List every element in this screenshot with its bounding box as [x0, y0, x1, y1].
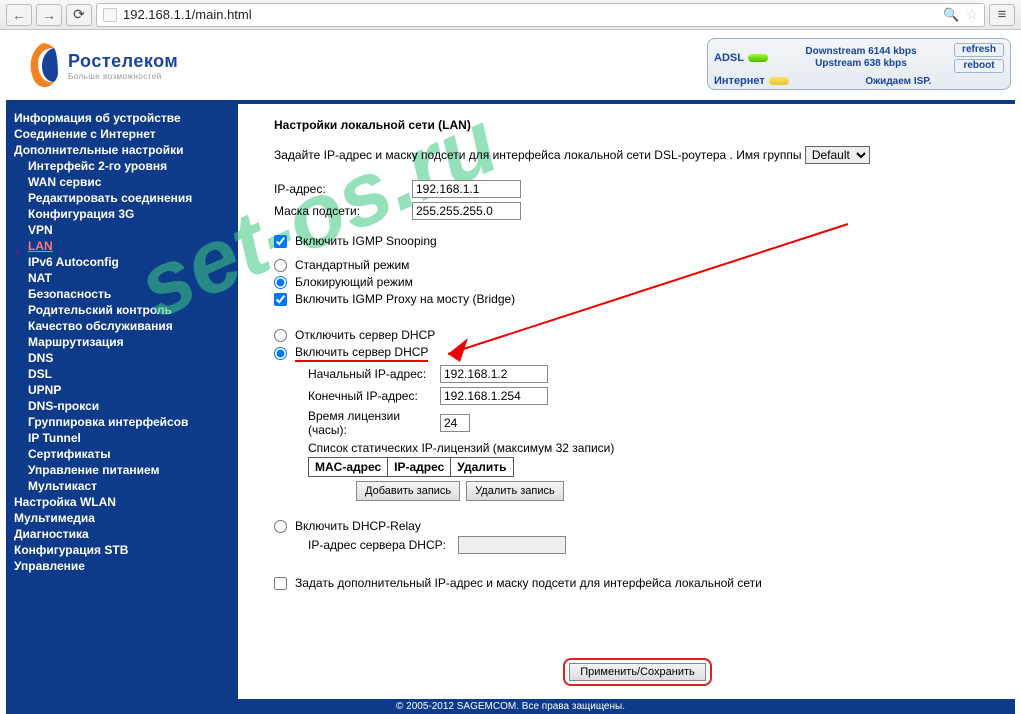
- sidebar-item-6[interactable]: Конфигурация 3G: [14, 206, 238, 222]
- reboot-button[interactable]: reboot: [954, 59, 1004, 73]
- sidebar-item-3[interactable]: Интерфейс 2-го уровня: [14, 158, 238, 174]
- sidebar-item-11[interactable]: Безопасность: [14, 286, 238, 302]
- sidebar-item-13[interactable]: Качество обслуживания: [14, 318, 238, 334]
- page-header: Ростелеком Больше возможностей ADSL Down…: [6, 34, 1015, 100]
- th-mac: MAC-адрес: [309, 458, 388, 477]
- search-icon[interactable]: 🔍: [943, 7, 959, 23]
- main-content: set-os.ru Настройки локальной сети (LAN)…: [238, 104, 1015, 699]
- dhcp-off-label: Отключить сервер DHCP: [295, 328, 435, 342]
- mode-standard-label: Стандартный режим: [295, 258, 409, 272]
- apply-highlight: Применить/Сохранить: [563, 658, 712, 686]
- dhcp-relay-label: Включить DHCP-Relay: [295, 519, 421, 533]
- lease-input[interactable]: [440, 414, 470, 432]
- sidebar-item-22[interactable]: Управление питанием: [14, 462, 238, 478]
- status-box: ADSL Downstream 6144 kbps Upstream 638 k…: [707, 38, 1011, 90]
- logo-name: Ростелеком: [68, 51, 178, 72]
- adsl-led-icon: [748, 54, 768, 62]
- sidebar-item-23[interactable]: Мультикаст: [14, 478, 238, 494]
- static-ip-table: MAC-адрес IP-адрес Удалить: [308, 457, 514, 477]
- sidebar-item-27[interactable]: Конфигурация STB: [14, 542, 238, 558]
- sidebar-item-2[interactable]: Дополнительные настройки: [14, 142, 238, 158]
- dhcp-on-label: Включить сервер DHCP: [295, 345, 428, 362]
- sidebar-item-10[interactable]: NAT: [14, 270, 238, 286]
- ip-input[interactable]: [412, 180, 521, 198]
- remove-entry-button[interactable]: Удалить запись: [466, 481, 564, 501]
- sidebar-item-16[interactable]: DSL: [14, 366, 238, 382]
- browser-toolbar: ← → ⟳ 192.168.1.1/main.html 🔍 ☆ ≡: [0, 0, 1021, 30]
- mode-standard-radio[interactable]: [274, 259, 287, 272]
- end-ip-label: Конечный IP-адрес:: [308, 389, 440, 403]
- reload-button[interactable]: ⟳: [66, 4, 92, 26]
- logo-tagline: Больше возможностей: [68, 72, 178, 81]
- sidebar-item-19[interactable]: Группировка интерфейсов: [14, 414, 238, 430]
- sidebar-item-14[interactable]: Маршрутизация: [14, 334, 238, 350]
- relay-ip-label: IP-адрес сервера DHCP:: [308, 538, 458, 552]
- dhcp-off-radio[interactable]: [274, 329, 287, 342]
- mask-input[interactable]: [412, 202, 521, 220]
- sidebar-item-24[interactable]: Настройка WLAN: [14, 494, 238, 510]
- extra-ip-label: Задать дополнительный IP-адрес и маску п…: [295, 576, 762, 590]
- back-button[interactable]: ←: [6, 4, 32, 26]
- menu-button[interactable]: ≡: [989, 4, 1015, 26]
- apply-save-button[interactable]: Применить/Сохранить: [569, 663, 706, 681]
- page-title: Настройки локальной сети (LAN): [274, 118, 1001, 132]
- forward-button[interactable]: →: [36, 4, 62, 26]
- adsl-label: ADSL: [714, 52, 744, 64]
- address-bar[interactable]: 192.168.1.1/main.html 🔍 ☆: [96, 3, 985, 27]
- mask-label: Маска подсети:: [274, 204, 412, 218]
- th-ip: IP-адрес: [388, 458, 451, 477]
- igmp-bridge-label: Включить IGMP Proxy на мосту (Bridge): [295, 292, 515, 306]
- sidebar-item-9[interactable]: IPv6 Autoconfig: [14, 254, 238, 270]
- url-text: 192.168.1.1/main.html: [123, 7, 937, 22]
- logo-icon: [24, 42, 58, 90]
- internet-status: Ожидаем ISP.: [793, 76, 1004, 87]
- sidebar-item-17[interactable]: UPNP: [14, 382, 238, 398]
- sidebar-item-8[interactable]: LAN: [14, 238, 238, 254]
- sidebar-item-0[interactable]: Информация об устройстве: [14, 110, 238, 126]
- internet-led-icon: [769, 77, 789, 85]
- page-description: Задайте IP-адрес и маску подсети для инт…: [274, 146, 1001, 164]
- sidebar-item-1[interactable]: Соединение с Интернет: [14, 126, 238, 142]
- dhcp-relay-radio[interactable]: [274, 520, 287, 533]
- extra-ip-checkbox[interactable]: [274, 577, 287, 590]
- sidebar-item-25[interactable]: Мультимедиа: [14, 510, 238, 526]
- sidebar-item-5[interactable]: Редактировать соединения: [14, 190, 238, 206]
- mode-blocking-label: Блокирующий режим: [295, 275, 413, 289]
- end-ip-input[interactable]: [440, 387, 548, 405]
- start-ip-label: Начальный IP-адрес:: [308, 367, 440, 381]
- refresh-button[interactable]: refresh: [954, 43, 1004, 57]
- lease-label: Время лицензии (часы):: [308, 409, 440, 437]
- sidebar-item-20[interactable]: IP Tunnel: [14, 430, 238, 446]
- igmp-bridge-checkbox[interactable]: [274, 293, 287, 306]
- ip-label: IP-адрес:: [274, 182, 412, 196]
- add-entry-button[interactable]: Добавить запись: [356, 481, 460, 501]
- sidebar-item-28[interactable]: Управление: [14, 558, 238, 574]
- internet-label: Интернет: [714, 75, 765, 87]
- dhcp-on-radio[interactable]: [274, 347, 287, 360]
- sidebar-item-26[interactable]: Диагностика: [14, 526, 238, 542]
- igmp-snooping-label: Включить IGMP Snooping: [295, 234, 437, 248]
- sidebar-nav: Информация об устройствеСоединение с Инт…: [6, 104, 238, 699]
- th-delete: Удалить: [451, 458, 513, 477]
- brand-logo: Ростелеком Больше возможностей: [24, 42, 178, 90]
- sidebar-item-12[interactable]: Родительский контроль: [14, 302, 238, 318]
- relay-ip-input[interactable]: [458, 536, 566, 554]
- static-caption: Список статических IP-лицензий (максимум…: [308, 441, 1001, 455]
- sidebar-item-18[interactable]: DNS-прокси: [14, 398, 238, 414]
- bookmark-icon[interactable]: ☆: [965, 6, 978, 23]
- group-select[interactable]: Default: [805, 146, 870, 164]
- sidebar-item-15[interactable]: DNS: [14, 350, 238, 366]
- sidebar-item-21[interactable]: Сертификаты: [14, 446, 238, 462]
- upstream-text: Upstream 638 kbps: [772, 58, 950, 70]
- start-ip-input[interactable]: [440, 365, 548, 383]
- page-icon: [103, 8, 117, 22]
- sidebar-item-7[interactable]: VPN: [14, 222, 238, 238]
- mode-blocking-radio[interactable]: [274, 276, 287, 289]
- downstream-text: Downstream 6144 kbps: [772, 46, 950, 58]
- sidebar-item-4[interactable]: WAN сервис: [14, 174, 238, 190]
- igmp-snooping-checkbox[interactable]: [274, 235, 287, 248]
